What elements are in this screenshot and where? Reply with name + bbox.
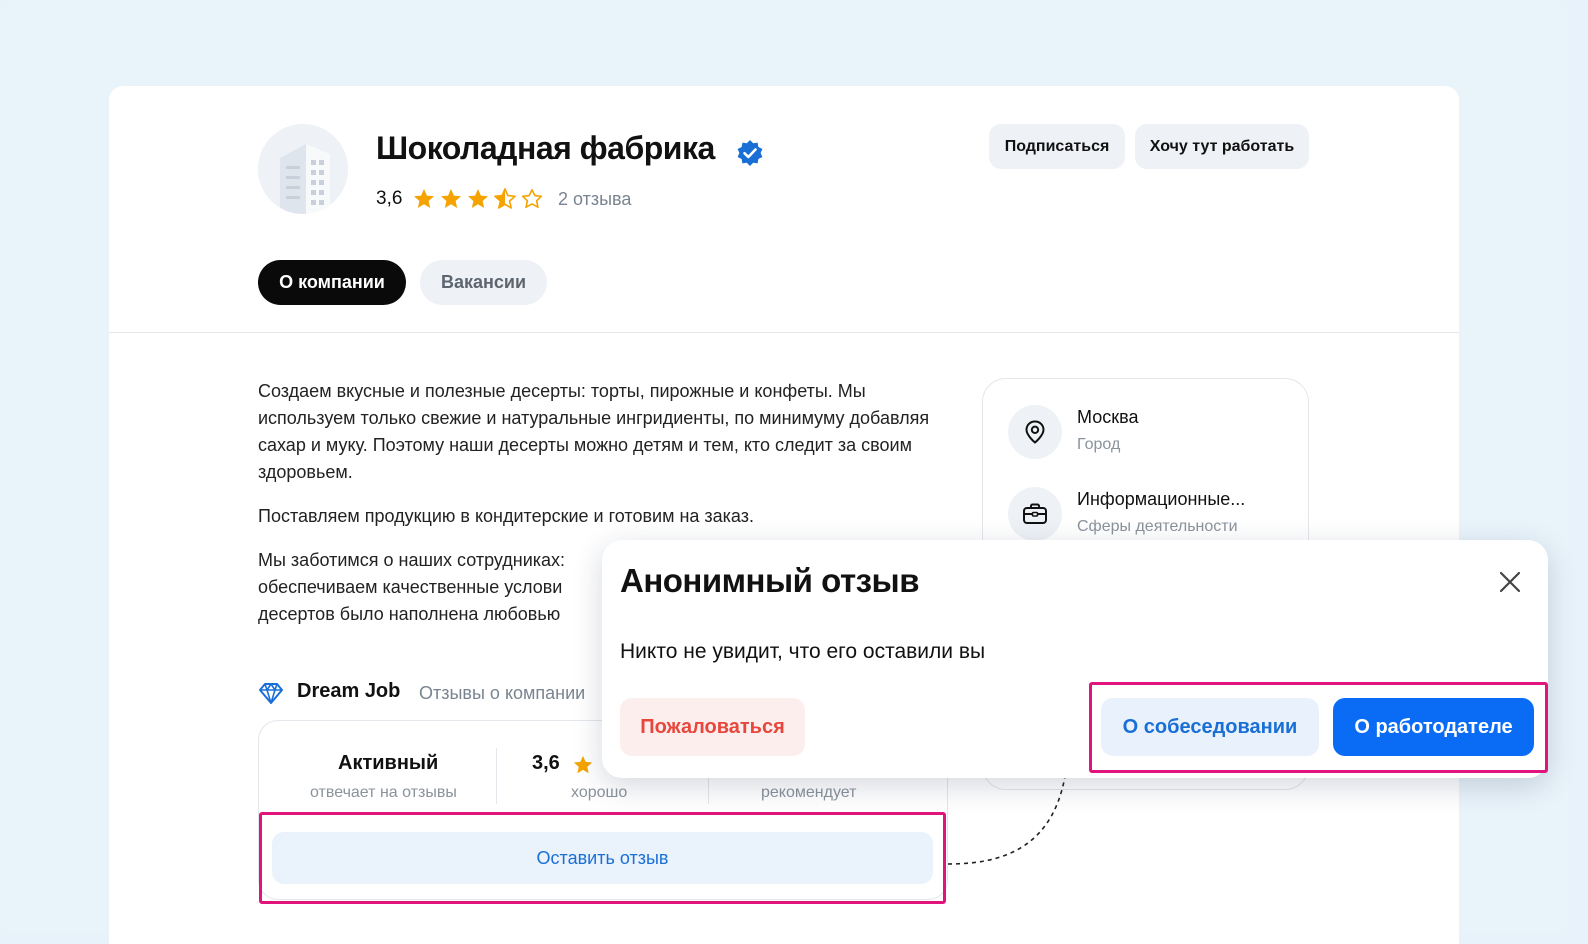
complain-button[interactable]: Пожаловаться bbox=[620, 698, 805, 756]
star-full-icon bbox=[573, 755, 593, 774]
dream-job-subtitle: Отзывы о компании bbox=[419, 683, 586, 703]
description-paragraph: Мы заботимся о наших сотрудниках: обеспе… bbox=[258, 550, 566, 624]
city-value: Москва bbox=[1077, 407, 1139, 427]
about-interview-button[interactable]: О собеседовании bbox=[1101, 698, 1319, 756]
location-icon bbox=[1008, 405, 1062, 459]
stat-recommend-label: рекомендует bbox=[761, 784, 857, 801]
star-half-icon bbox=[494, 188, 516, 209]
star-full-icon bbox=[414, 189, 434, 208]
diamond-icon bbox=[259, 683, 283, 704]
company-logo bbox=[258, 124, 348, 214]
industry-label: Сферы деятельности bbox=[1077, 518, 1238, 535]
star-full-icon bbox=[441, 189, 461, 208]
stat-separator bbox=[496, 748, 497, 804]
description-paragraph: Поставляем продукцию в кондитерские и го… bbox=[258, 506, 754, 526]
industry-value: Информационные... bbox=[1077, 489, 1246, 509]
want-to-work-button[interactable]: Хочу тут работать bbox=[1135, 124, 1309, 169]
stat-rating-value: 3,6 bbox=[532, 752, 560, 774]
company-name: Шоколадная фабрика bbox=[376, 130, 715, 166]
company-rating: 3,6 bbox=[376, 188, 403, 209]
verified-badge-icon bbox=[737, 140, 763, 166]
rating-stars bbox=[412, 187, 544, 211]
section-divider bbox=[109, 332, 1459, 333]
stat-activity-value: Активный bbox=[338, 752, 439, 774]
modal-title: Анонимный отзыв bbox=[620, 562, 920, 599]
tab-vacancies[interactable]: Вакансии bbox=[420, 260, 547, 305]
star-empty-icon bbox=[521, 189, 543, 208]
review-count: 2 отзыва bbox=[558, 189, 632, 209]
leave-review-button[interactable]: Оставить отзыв bbox=[272, 832, 933, 884]
close-icon[interactable] bbox=[1496, 568, 1524, 596]
stat-activity-label: отвечает на отзывы bbox=[310, 784, 457, 801]
dream-job-brand: Dream Job bbox=[297, 680, 401, 702]
tab-about-company[interactable]: О компании bbox=[258, 260, 406, 305]
star-full-icon bbox=[468, 189, 488, 208]
building-icon bbox=[258, 124, 348, 214]
briefcase-icon bbox=[1008, 487, 1062, 541]
about-employer-button[interactable]: О работодателе bbox=[1333, 698, 1534, 756]
subscribe-button[interactable]: Подписаться bbox=[989, 124, 1125, 169]
description-paragraph: Создаем вкусные и полезные десерты: торт… bbox=[258, 381, 930, 482]
city-label: Город bbox=[1077, 436, 1121, 453]
stat-rating-label: хорошо bbox=[571, 784, 628, 801]
modal-description: Никто не увидит, что его оставили вы bbox=[620, 640, 986, 663]
